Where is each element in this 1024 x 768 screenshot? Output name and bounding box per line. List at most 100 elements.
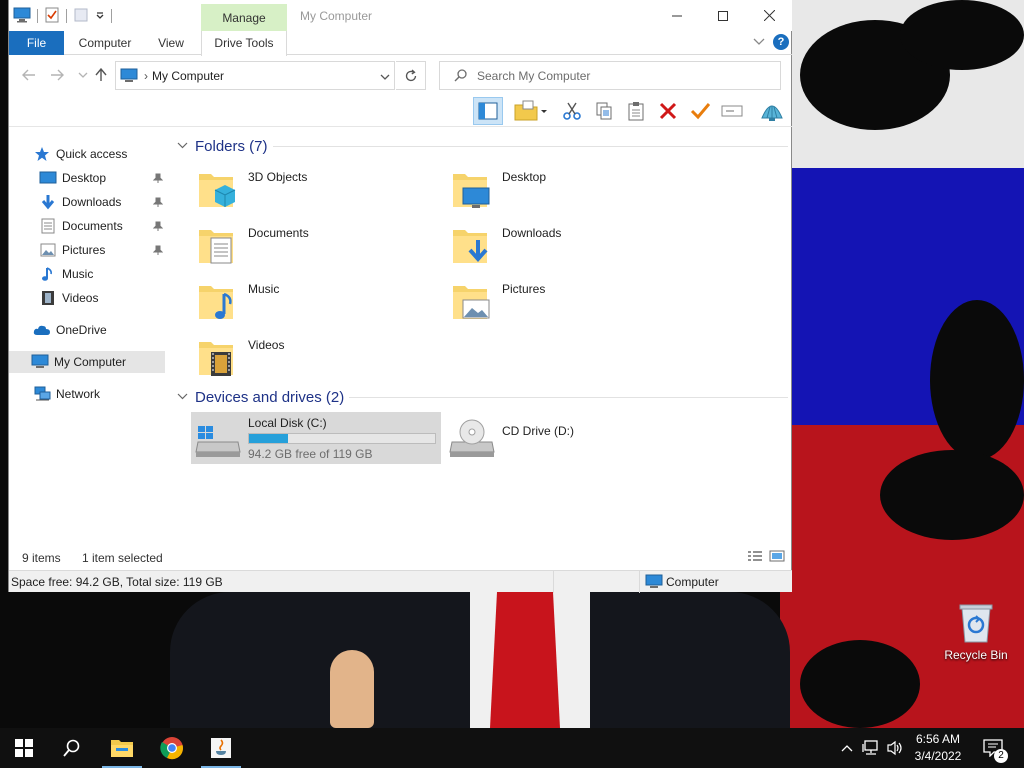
sidebar-item-label: Music <box>62 267 94 281</box>
minimize-button[interactable] <box>654 0 700 31</box>
pin-icon[interactable] <box>152 220 164 234</box>
sidebar-item-quick-access[interactable]: Quick access <box>33 143 165 165</box>
copy-button[interactable] <box>589 97 619 125</box>
drives-group-header[interactable]: Devices and drives (2) <box>177 386 344 408</box>
preview-pane-button[interactable] <box>473 97 503 125</box>
forward-button[interactable] <box>47 65 67 85</box>
windows-logo-icon <box>15 739 33 757</box>
new-folder-icon[interactable] <box>73 7 89 26</box>
network-icon <box>33 386 51 402</box>
pin-icon[interactable] <box>152 244 164 258</box>
chrome-icon <box>160 737 183 760</box>
folder-label: Videos <box>248 338 285 352</box>
folders-group-header[interactable]: Folders (7) <box>177 135 268 157</box>
chevron-up-icon <box>841 745 853 752</box>
sidebar-item-onedrive[interactable]: OneDrive <box>33 319 165 341</box>
folder-label: Desktop <box>502 170 547 184</box>
select-button[interactable] <box>685 97 715 125</box>
breadcrumb-separator-icon[interactable]: › <box>144 69 148 83</box>
sidebar-item-music[interactable]: Music <box>39 263 165 285</box>
volume-button[interactable] <box>884 728 906 768</box>
search-input[interactable] <box>477 68 767 83</box>
recent-locations-button[interactable] <box>73 65 93 85</box>
content-pane: Folders (7) 3D Objects Desktop Documents <box>173 128 792 542</box>
command-toolbar <box>9 95 792 127</box>
tab-file[interactable]: File <box>9 31 64 55</box>
view-properties-button[interactable] <box>509 97 551 125</box>
close-icon <box>763 10 775 21</box>
recycle-bin-shortcut[interactable]: Recycle Bin <box>940 602 1012 662</box>
star-icon <box>33 146 51 162</box>
properties-icon[interactable] <box>44 7 60 26</box>
search-icon <box>63 739 80 757</box>
expand-ribbon-icon[interactable] <box>753 35 765 49</box>
chevron-down-icon[interactable] <box>177 140 191 152</box>
sidebar-item-documents[interactable]: Documents <box>39 215 165 237</box>
network-status-button[interactable] <box>860 728 882 768</box>
rename-button[interactable] <box>717 97 747 125</box>
start-button[interactable] <box>0 728 48 768</box>
recycle-bin-icon <box>958 602 994 644</box>
pin-icon[interactable] <box>152 196 164 210</box>
close-button[interactable] <box>746 0 792 31</box>
search-box[interactable] <box>439 61 781 90</box>
folder-item-videos[interactable]: Videos <box>181 330 421 380</box>
folder-item-desktop[interactable]: Desktop <box>435 162 675 212</box>
folder-item-documents[interactable]: Documents <box>181 218 421 268</box>
address-path[interactable]: My Computer <box>152 69 224 83</box>
details-view-button[interactable] <box>747 550 763 565</box>
sidebar-item-desktop[interactable]: Desktop <box>39 167 165 189</box>
recycle-bin-label: Recycle Bin <box>944 648 1008 662</box>
rename-icon <box>721 105 743 117</box>
help-icon[interactable]: ? <box>773 34 789 50</box>
chevron-down-icon[interactable] <box>177 391 191 403</box>
drive-local-disk-c[interactable]: Local Disk (C:) 94.2 GB free of 119 GB <box>191 412 441 464</box>
sidebar-item-label: Videos <box>62 291 99 305</box>
sidebar-item-my-computer[interactable]: My Computer <box>9 351 165 373</box>
folder-item-downloads[interactable]: Downloads <box>435 218 675 268</box>
address-bar[interactable]: › My Computer <box>115 61 395 90</box>
quick-access-toolbar <box>13 6 112 26</box>
qat-dropdown-icon[interactable] <box>95 9 105 23</box>
delete-button[interactable] <box>653 97 683 125</box>
tab-computer[interactable]: Computer <box>69 31 141 55</box>
paste-button[interactable] <box>621 97 651 125</box>
refresh-button[interactable] <box>396 61 426 90</box>
address-dropdown-icon[interactable] <box>380 70 390 84</box>
back-button[interactable] <box>19 65 39 85</box>
wallpaper-splat <box>900 0 1024 70</box>
show-hidden-icons-button[interactable] <box>838 728 856 768</box>
music-icon <box>39 266 57 282</box>
delete-x-icon <box>659 102 677 120</box>
computer-icon[interactable] <box>13 7 31 26</box>
pin-icon[interactable] <box>152 172 164 186</box>
network-shell-button[interactable] <box>757 97 787 125</box>
manage-context-tab[interactable]: Manage <box>201 4 287 31</box>
search-button[interactable] <box>48 728 96 768</box>
taskbar-file-explorer[interactable] <box>98 728 146 768</box>
taskbar-chrome[interactable] <box>148 728 196 768</box>
sidebar-item-downloads[interactable]: Downloads <box>39 191 165 213</box>
drive-cd-drive-d[interactable]: CD Drive (D:) <box>445 412 695 464</box>
drive-name: CD Drive (D:) <box>502 424 574 438</box>
clock[interactable]: 6:56 AM 3/4/2022 <box>906 731 970 765</box>
sidebar-item-videos[interactable]: Videos <box>39 287 165 309</box>
taskbar-java-app[interactable] <box>197 728 245 768</box>
tab-view[interactable]: View <box>147 31 195 55</box>
cut-button[interactable] <box>557 97 587 125</box>
refresh-icon <box>405 69 416 81</box>
details-divider <box>639 571 640 593</box>
folder-item-music[interactable]: Music <box>181 274 421 324</box>
window-controls <box>654 0 792 31</box>
folder-item-pictures[interactable]: Pictures <box>435 274 675 324</box>
sidebar-item-label: Network <box>56 387 101 401</box>
sidebar-item-network[interactable]: Network <box>33 383 165 405</box>
large-icons-view-button[interactable] <box>769 550 785 565</box>
sidebar-item-pictures[interactable]: Pictures <box>39 239 165 261</box>
up-button[interactable] <box>91 65 111 85</box>
desktop-icon <box>39 170 57 186</box>
maximize-button[interactable] <box>700 0 746 31</box>
folder-item-3d-objects[interactable]: 3D Objects <box>181 162 421 212</box>
title-bar[interactable]: Manage My Computer <box>9 0 792 31</box>
tab-drive-tools[interactable]: Drive Tools <box>201 31 287 56</box>
